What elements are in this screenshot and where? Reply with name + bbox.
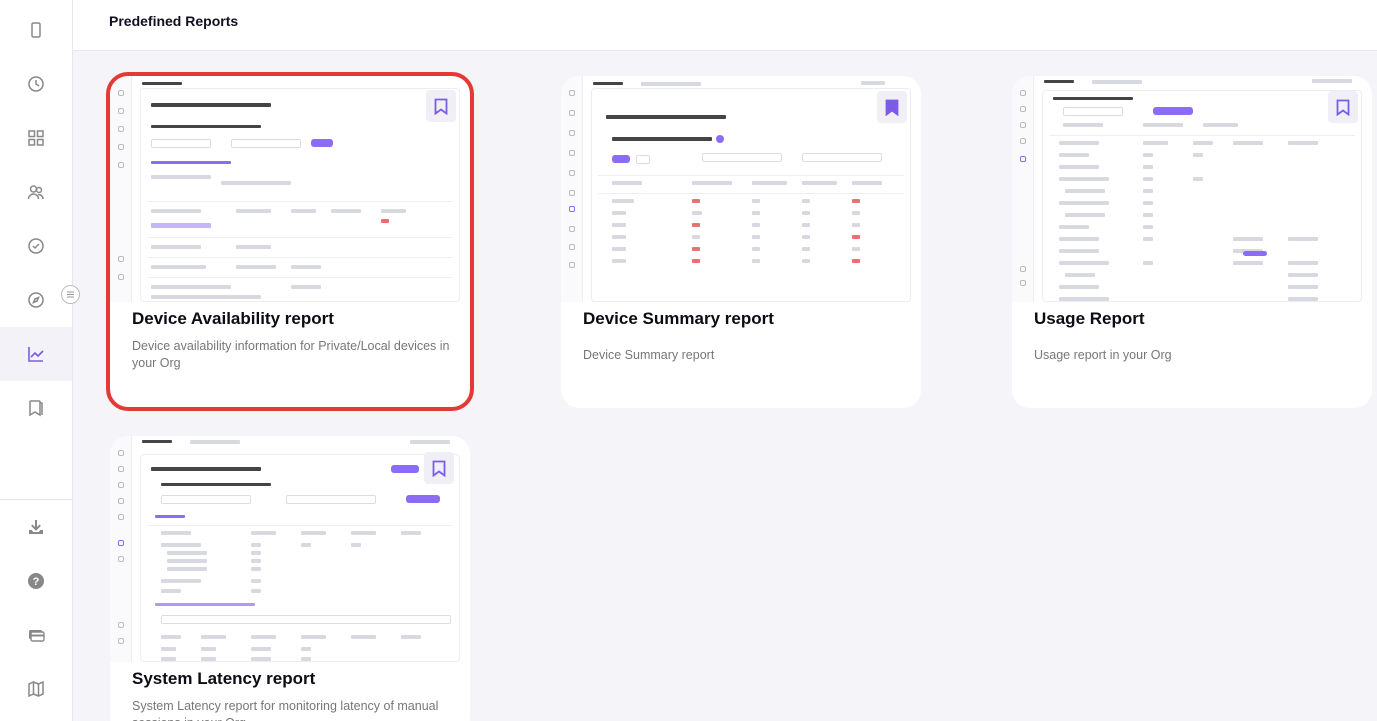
bookmark-icon bbox=[885, 99, 899, 116]
report-thumbnail bbox=[1012, 76, 1372, 302]
bookmark-button[interactable] bbox=[426, 90, 456, 122]
report-title: System Latency report bbox=[132, 669, 316, 688]
grid-icon bbox=[28, 130, 44, 146]
bookmark-icon bbox=[432, 460, 446, 477]
sidebar-collapse-handle[interactable] bbox=[61, 285, 80, 304]
sidebar-item-history[interactable] bbox=[0, 57, 72, 111]
report-card-system-latency[interactable]: System Latency report System Latency rep… bbox=[110, 436, 470, 721]
sidebar-item-tests[interactable] bbox=[0, 219, 72, 273]
bookmark-button[interactable] bbox=[1328, 91, 1358, 123]
bookmark-icon bbox=[1336, 99, 1350, 116]
sidebar-item-explore[interactable] bbox=[0, 273, 72, 327]
report-card-usage[interactable]: Usage Report Usage report in your Org bbox=[1012, 76, 1372, 408]
report-thumbnail bbox=[110, 436, 470, 662]
report-title: Device Availability report bbox=[132, 309, 334, 328]
chart-icon bbox=[28, 347, 44, 362]
help-icon: ? bbox=[28, 573, 44, 589]
sidebar-item-downloads[interactable] bbox=[0, 500, 72, 554]
sidebar-item-map[interactable] bbox=[0, 662, 72, 716]
device-icon bbox=[31, 22, 41, 38]
report-title: Device Summary report bbox=[583, 309, 774, 328]
report-description: System Latency report for monitoring lat… bbox=[132, 699, 439, 721]
bookmark-button[interactable] bbox=[877, 91, 907, 123]
clock-icon bbox=[28, 76, 44, 92]
bookmark-button[interactable] bbox=[424, 452, 454, 484]
sidebar-item-apps[interactable] bbox=[0, 111, 72, 165]
check-circle-icon bbox=[28, 238, 44, 254]
report-thumbnail bbox=[110, 76, 470, 302]
download-icon bbox=[29, 520, 43, 534]
sidebar-item-help[interactable]: ? bbox=[0, 554, 72, 608]
book-icon bbox=[29, 400, 43, 417]
svg-text:?: ? bbox=[33, 576, 40, 588]
page-header: Predefined Reports bbox=[73, 0, 1377, 51]
sidebar-item-reports[interactable] bbox=[0, 327, 72, 381]
sidebar-item-users[interactable] bbox=[0, 165, 72, 219]
map-icon bbox=[28, 680, 44, 698]
users-icon bbox=[27, 185, 44, 200]
card-icon bbox=[29, 630, 45, 642]
report-title: Usage Report bbox=[1034, 309, 1145, 328]
sidebar-item-docs[interactable] bbox=[0, 381, 72, 435]
report-thumbnail bbox=[561, 76, 921, 302]
report-card-device-summary[interactable]: Device Summary report Device Summary rep… bbox=[561, 76, 921, 408]
sidebar-item-devices[interactable] bbox=[0, 3, 72, 57]
report-description: Device Summary report bbox=[583, 348, 715, 362]
page-title: Predefined Reports bbox=[109, 13, 239, 29]
report-description: Device availability information for Priv… bbox=[132, 339, 450, 370]
menu-icon bbox=[67, 291, 74, 298]
report-card-device-availability[interactable]: Device Availability report Device availa… bbox=[106, 72, 474, 411]
sidebar: ? bbox=[0, 0, 80, 721]
bookmark-icon bbox=[434, 98, 448, 115]
sidebar-item-billing[interactable] bbox=[0, 608, 72, 662]
compass-icon bbox=[28, 292, 44, 308]
report-description: Usage report in your Org bbox=[1034, 348, 1172, 362]
